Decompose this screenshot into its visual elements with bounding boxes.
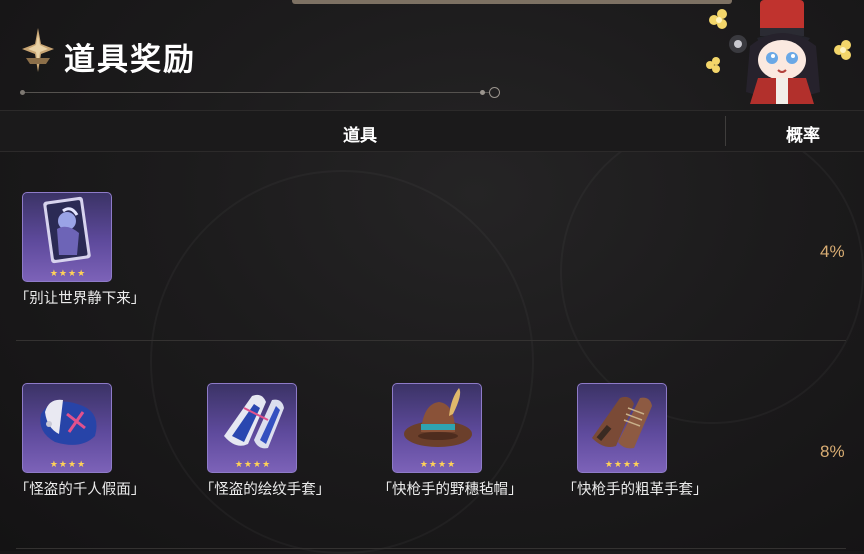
item-card: ★★★★ xyxy=(392,383,482,473)
item-card: ★★★★ xyxy=(22,383,112,473)
rarity-stars: ★★★★ xyxy=(604,459,642,469)
gloves-relic-icon xyxy=(224,394,284,449)
probability-value: 8% xyxy=(820,442,845,461)
item-name: 「别让世界静下来」 xyxy=(14,291,146,307)
rarity-stars: ★★★★ xyxy=(49,268,87,278)
probability-value: 4% xyxy=(820,242,845,261)
item-name: 「怪盗的千人假面」 xyxy=(14,482,146,498)
item-card: ★★★★ xyxy=(207,383,297,473)
cowboy-hat-relic-icon xyxy=(404,388,472,447)
reward-row: ★★★★ 「别让世界静下来」 4% xyxy=(0,192,864,342)
column-separator xyxy=(725,116,726,146)
page-title: 道具奖励 xyxy=(64,42,196,77)
item-name: 「快枪手的粗革手套」 xyxy=(562,482,708,498)
column-header-item: 道具 xyxy=(343,126,377,145)
header: 道具奖励 xyxy=(0,0,864,110)
item-card: ★★★★ xyxy=(22,192,112,282)
rarity-stars: ★★★★ xyxy=(234,459,272,469)
reward-row: ★★★★ 「怪盗的千人假面」 ★★★★ 「怪盗的绘纹手套」 ★★★★ 「快枪手的… xyxy=(0,383,864,543)
mask-relic-icon xyxy=(40,399,97,445)
table-header: 道具 概率 xyxy=(0,110,864,152)
row-divider xyxy=(16,340,846,341)
row-divider xyxy=(16,548,846,549)
item-card: ★★★★ xyxy=(577,383,667,473)
leather-gloves-relic-icon xyxy=(592,396,652,449)
column-header-probability: 概率 xyxy=(786,126,820,145)
rarity-stars: ★★★★ xyxy=(419,459,457,469)
light-cone-card-icon xyxy=(43,196,91,264)
rarity-stars: ★★★★ xyxy=(49,459,87,469)
wish-star-icon xyxy=(22,28,54,72)
title-underline xyxy=(20,87,500,98)
item-name: 「快枪手的野穗毡帽」 xyxy=(377,482,523,498)
mascot-character-icon xyxy=(706,0,851,104)
item-name: 「怪盗的绘纹手套」 xyxy=(199,482,331,498)
